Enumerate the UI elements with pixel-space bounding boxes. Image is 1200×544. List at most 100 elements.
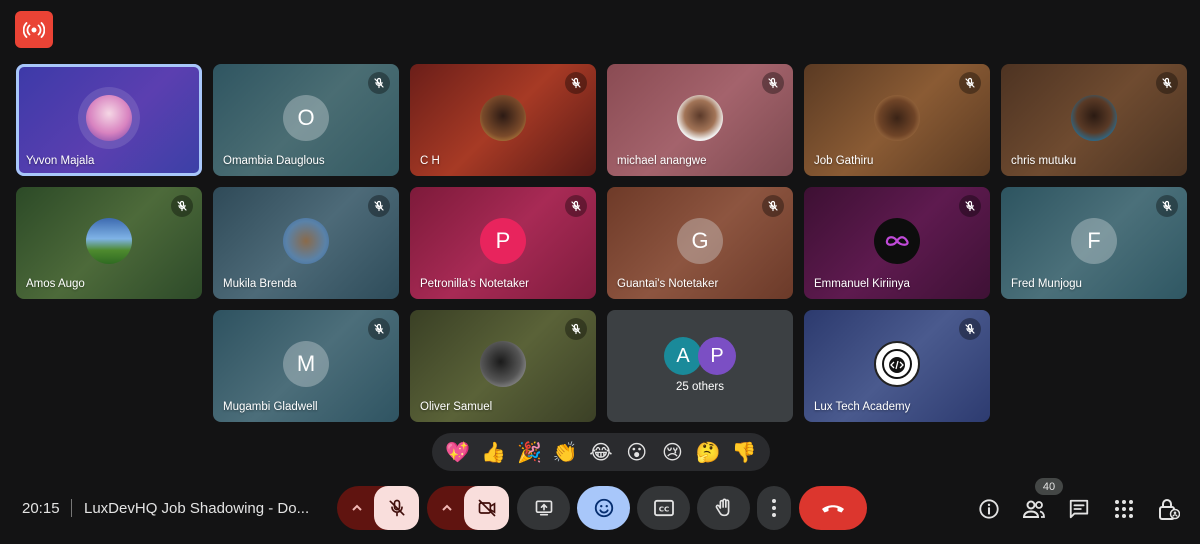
info-icon bbox=[979, 499, 999, 519]
reaction-emoji[interactable]: 😮 bbox=[622, 440, 652, 465]
reaction-emoji[interactable]: 💖 bbox=[443, 440, 473, 465]
chevron-up-icon[interactable] bbox=[439, 500, 455, 516]
chat-button[interactable] bbox=[1067, 497, 1091, 521]
mic-off-icon bbox=[571, 200, 581, 212]
mic-off-icon bbox=[768, 77, 778, 89]
mic-off-icon bbox=[389, 499, 404, 517]
participant-avatar bbox=[86, 95, 132, 141]
mic-off-icon bbox=[965, 200, 975, 212]
mic-off-icon bbox=[1162, 77, 1172, 89]
reaction-emoji[interactable]: 🎉 bbox=[514, 440, 544, 465]
send-reaction-button[interactable] bbox=[577, 486, 630, 530]
meeting-details-button[interactable] bbox=[977, 497, 1001, 521]
reactions-bar: 💖 👍 🎉 👏 😂 😮 😢 🤔 👎 bbox=[432, 433, 770, 471]
raise-hand-button[interactable] bbox=[697, 486, 750, 530]
more-vertical-icon bbox=[772, 499, 776, 517]
present-screen-button[interactable] bbox=[517, 486, 570, 530]
emoji-icon bbox=[594, 498, 613, 518]
participant-tile[interactable]: M Mugambi Gladwell bbox=[213, 310, 399, 422]
participant-name: Job Gathiru bbox=[814, 155, 874, 167]
participant-muted-indicator bbox=[762, 195, 784, 217]
mic-off-icon bbox=[571, 323, 581, 335]
more-options-button[interactable] bbox=[757, 486, 791, 530]
reaction-emoji[interactable]: 😢 bbox=[657, 440, 687, 465]
chat-icon bbox=[1069, 499, 1089, 519]
participant-avatar bbox=[480, 95, 526, 141]
participant-tile[interactable]: Mukila Brenda bbox=[213, 187, 399, 299]
others-tile[interactable]: A P 25 others bbox=[607, 310, 793, 422]
participant-tile[interactable]: Oliver Samuel bbox=[410, 310, 596, 422]
meeting-time: 20:15 bbox=[22, 500, 60, 517]
participant-avatar bbox=[480, 341, 526, 387]
others-avatar: A bbox=[664, 337, 702, 375]
captions-button[interactable]: CC bbox=[637, 486, 690, 530]
meeting-title: LuxDevHQ Job Shadowing - Do... bbox=[84, 500, 310, 517]
participant-muted-indicator bbox=[565, 195, 587, 217]
participant-name: chris mutuku bbox=[1011, 155, 1077, 167]
host-controls-button[interactable] bbox=[1157, 497, 1181, 521]
participant-muted-indicator bbox=[959, 318, 981, 340]
chevron-up-icon[interactable] bbox=[349, 500, 365, 516]
participant-muted-indicator bbox=[368, 72, 390, 94]
mic-off-icon bbox=[177, 200, 187, 212]
mic-off-icon bbox=[374, 77, 384, 89]
participant-tile[interactable]: Job Gathiru bbox=[804, 64, 990, 176]
recording-badge[interactable] bbox=[15, 11, 53, 48]
participant-avatar bbox=[283, 218, 329, 264]
participant-avatar: G bbox=[677, 218, 723, 264]
participant-muted-indicator bbox=[565, 318, 587, 340]
participant-name: Petronilla's Notetaker bbox=[420, 278, 529, 290]
people-count-badge: 40 bbox=[1035, 478, 1063, 495]
participant-avatar bbox=[874, 341, 920, 387]
reaction-emoji[interactable]: 👎 bbox=[729, 440, 759, 465]
participant-muted-indicator bbox=[368, 318, 390, 340]
mic-off-icon bbox=[965, 77, 975, 89]
participant-tile[interactable]: Yvvon Majala bbox=[16, 64, 202, 176]
mic-off-icon bbox=[374, 200, 384, 212]
mic-off-icon bbox=[571, 77, 581, 89]
people-button[interactable] bbox=[1022, 497, 1046, 521]
leave-call-button[interactable] bbox=[799, 486, 867, 530]
video-control-group bbox=[427, 486, 509, 530]
participant-tile[interactable]: P Petronilla's Notetaker bbox=[410, 187, 596, 299]
reaction-emoji[interactable]: 🤔 bbox=[693, 440, 723, 465]
camera-toggle-button[interactable] bbox=[464, 486, 509, 530]
participant-name: Guantai's Notetaker bbox=[617, 278, 719, 290]
activities-button[interactable] bbox=[1112, 497, 1136, 521]
participant-tile[interactable]: chris mutuku bbox=[1001, 64, 1187, 176]
participant-tile[interactable]: F Fred Munjogu bbox=[1001, 187, 1187, 299]
participant-name: Lux Tech Academy bbox=[814, 401, 911, 413]
participant-muted-indicator bbox=[171, 195, 193, 217]
participant-name: Oliver Samuel bbox=[420, 401, 493, 413]
participant-avatar bbox=[677, 95, 723, 141]
participant-tile[interactable]: michael anangwe bbox=[607, 64, 793, 176]
participant-avatar bbox=[1071, 95, 1117, 141]
others-count-label: 25 others bbox=[676, 381, 724, 393]
captions-icon: CC bbox=[653, 499, 674, 517]
participant-avatar bbox=[86, 218, 132, 264]
broadcast-icon bbox=[23, 21, 45, 38]
participant-name: michael anangwe bbox=[617, 155, 707, 167]
camera-off-icon bbox=[478, 499, 495, 517]
participant-name: Emmanuel Kiriinya bbox=[814, 278, 910, 290]
participant-tile[interactable]: Amos Augo bbox=[16, 187, 202, 299]
participant-muted-indicator bbox=[762, 72, 784, 94]
participant-name: C H bbox=[420, 155, 440, 167]
reaction-emoji[interactable]: 👏 bbox=[550, 440, 580, 465]
participant-name: Amos Augo bbox=[26, 278, 85, 290]
mic-toggle-button[interactable] bbox=[374, 486, 419, 530]
mic-off-icon bbox=[374, 323, 384, 335]
participant-tile[interactable]: C H bbox=[410, 64, 596, 176]
participant-avatar: F bbox=[1071, 218, 1117, 264]
participant-muted-indicator bbox=[565, 72, 587, 94]
participant-avatar: P bbox=[480, 218, 526, 264]
participant-tile[interactable]: G Guantai's Notetaker bbox=[607, 187, 793, 299]
reaction-emoji[interactable]: 😂 bbox=[586, 440, 616, 465]
participant-tile[interactable]: Emmanuel Kiriinya bbox=[804, 187, 990, 299]
lux-tech-logo-icon bbox=[882, 349, 912, 379]
participant-avatar: O bbox=[283, 95, 329, 141]
reaction-emoji[interactable]: 👍 bbox=[479, 440, 509, 465]
participant-tile[interactable]: Lux Tech Academy bbox=[804, 310, 990, 422]
audio-control-group bbox=[337, 486, 419, 530]
participant-tile[interactable]: O Omambia Dauglous bbox=[213, 64, 399, 176]
